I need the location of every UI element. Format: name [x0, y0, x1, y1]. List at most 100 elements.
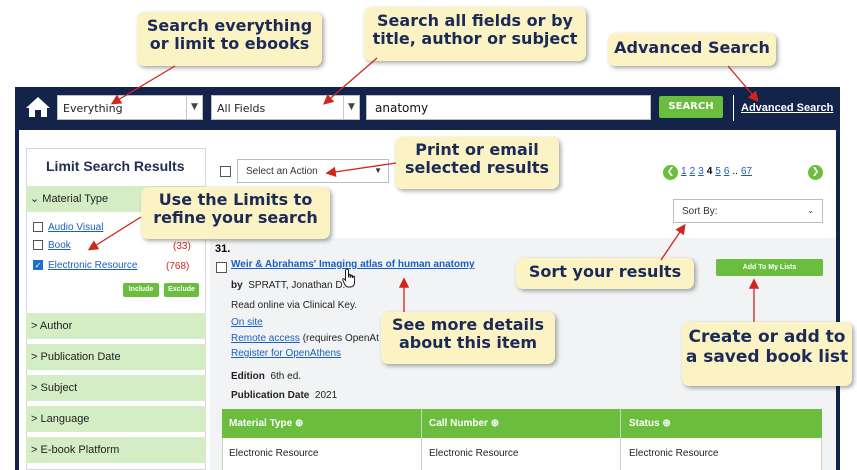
callout-search-fields: Search all fields or by title, author or…: [364, 7, 586, 61]
facet-label[interactable]: Electronic Resource: [48, 260, 137, 271]
sort-icon: ⊕: [490, 418, 500, 429]
facet-publication-date-label: Publication Date: [40, 351, 121, 363]
by-label: by: [231, 280, 243, 291]
action-select[interactable]: Select an Action ▼: [237, 159, 389, 183]
divider: [620, 409, 621, 470]
record-checkbox[interactable]: [216, 262, 227, 273]
sort-select[interactable]: Sort By: ⌄: [673, 199, 823, 223]
divider: [421, 409, 422, 470]
checkbox-checked[interactable]: ✓: [33, 260, 43, 271]
caret-down-icon: ▼: [374, 166, 382, 175]
action-select-label: Select an Action: [246, 166, 318, 177]
facet-label[interactable]: Book: [48, 240, 71, 251]
include-button[interactable]: Include: [123, 283, 159, 297]
holdings-table-header: [222, 409, 822, 438]
edition-value: 6th ed.: [270, 371, 302, 382]
pubdate-label: Publication Date: [231, 390, 310, 401]
exclude-button[interactable]: Exclude: [164, 283, 199, 297]
checkbox[interactable]: [33, 240, 43, 251]
field-select[interactable]: All Fields ▼: [211, 95, 360, 120]
facet-subject[interactable]: > Subject: [26, 375, 206, 401]
scope-value: Everything: [63, 102, 123, 115]
page-link[interactable]: 5: [715, 166, 721, 177]
sort-select-label: Sort By:: [682, 206, 718, 217]
facet-book[interactable]: Book: [33, 240, 71, 251]
facet-ebook-platform[interactable]: > E-book Platform: [26, 437, 206, 463]
callout-sort: Sort your results: [516, 258, 694, 289]
register-openathens-link[interactable]: Register for OpenAthens: [231, 348, 341, 359]
chevron-down-icon: ▼: [343, 96, 359, 119]
record-edition: Edition 6th ed.: [231, 371, 301, 382]
sidebar-title: Limit Search Results: [46, 158, 185, 174]
callout-details: See more details about this item: [381, 312, 555, 364]
page-link[interactable]: 6: [724, 166, 730, 177]
column-header-label: Status: [629, 418, 660, 429]
callout-advanced-search: Advanced Search: [608, 33, 776, 66]
pubdate-value: 2021: [314, 390, 338, 401]
callout-line: a saved book list: [685, 346, 849, 367]
divider: [733, 95, 734, 121]
field-value: All Fields: [217, 102, 266, 115]
facet-publication-date[interactable]: > Publication Date: [26, 344, 206, 370]
callout-line: Search all fields or by: [377, 11, 573, 30]
page-link[interactable]: 1: [681, 166, 687, 177]
facet-language[interactable]: > Language: [26, 406, 206, 432]
add-to-my-lists-button[interactable]: Add To My Lists: [716, 259, 823, 276]
prev-page-icon[interactable]: ❮: [663, 165, 678, 180]
facet-electronic-resource[interactable]: ✓ Electronic Resource: [33, 260, 137, 271]
callout-line: about this item: [398, 333, 538, 353]
checkbox[interactable]: [33, 222, 43, 233]
edition-label: Edition: [231, 371, 265, 382]
ellipsis: ..: [732, 166, 738, 177]
tutorial-screenshot: Everything ▼ All Fields ▼ anatomy SEARCH…: [0, 0, 857, 470]
callout-line: or limit to ebooks: [149, 34, 310, 54]
page-link[interactable]: 3: [698, 166, 704, 177]
remote-access-note: (requires OpenAt: [302, 333, 379, 344]
search-button[interactable]: SEARCH: [659, 96, 723, 118]
facet-audio-visual[interactable]: Audio Visual: [33, 222, 103, 233]
sort-icon: ⊕: [662, 418, 671, 429]
remote-access: Remote access (requires OpenAt: [231, 333, 379, 344]
callout-use-limits: Use the Limits to refine your search: [141, 187, 330, 239]
record-author: by SPRATT, Jonathan D.: [231, 280, 345, 291]
advanced-search-link[interactable]: Advanced Search: [741, 102, 833, 114]
callout-line: See more details: [391, 315, 544, 334]
record-pubdate: Publication Date 2021: [231, 390, 337, 401]
callout-line: selected results: [404, 158, 550, 178]
callout-line: title, author or subject: [372, 29, 578, 49]
page-link[interactable]: 2: [690, 166, 696, 177]
table-cell: Electronic Resource: [429, 448, 519, 459]
page-link[interactable]: 67: [741, 166, 752, 177]
callout-line: refine your search: [153, 208, 318, 228]
callout-print-email: Print or email selected results: [395, 137, 559, 189]
callout-search-everything: Search everything or limit to ebooks: [137, 12, 322, 66]
pagination: 1 2 3 4 5 6.. 67: [681, 166, 755, 177]
callout-create-list: Create or add to a saved book list: [682, 322, 852, 386]
next-page-icon[interactable]: ❯: [808, 165, 823, 180]
facet-count: (33): [173, 241, 191, 252]
facet-language-label: Language: [40, 413, 90, 425]
select-all-checkbox[interactable]: [220, 166, 231, 177]
current-page: 4: [706, 166, 713, 177]
facet-author[interactable]: > Author: [26, 313, 206, 339]
search-query: anatomy: [375, 101, 429, 115]
scope-select[interactable]: Everything ▼: [57, 95, 203, 120]
column-header[interactable]: Material Type ⊕: [229, 418, 303, 429]
hand-cursor-icon: [342, 268, 355, 288]
search-input[interactable]: anatomy: [366, 95, 651, 120]
facet-subject-label: Subject: [40, 382, 78, 394]
material-type-label: Material Type: [42, 193, 109, 205]
column-header[interactable]: Status ⊕: [629, 418, 671, 429]
home-icon[interactable]: [25, 95, 51, 119]
remote-access-link[interactable]: Remote access: [231, 333, 300, 344]
record-number: 31.: [215, 243, 231, 255]
author-name: SPRATT, Jonathan D.: [248, 280, 346, 291]
column-header[interactable]: Call Number ⊕: [429, 418, 499, 429]
on-site-link[interactable]: On site: [231, 317, 263, 328]
facet-ebook-platform-label: E-book Platform: [40, 444, 120, 456]
facet-label[interactable]: Audio Visual: [48, 222, 103, 233]
facet-author-label: Author: [39, 320, 73, 332]
record-note: Read online via Clinical Key.: [231, 300, 357, 311]
table-cell: Electronic Resource: [629, 448, 719, 459]
callout-line: Use the Limits to: [158, 190, 313, 209]
